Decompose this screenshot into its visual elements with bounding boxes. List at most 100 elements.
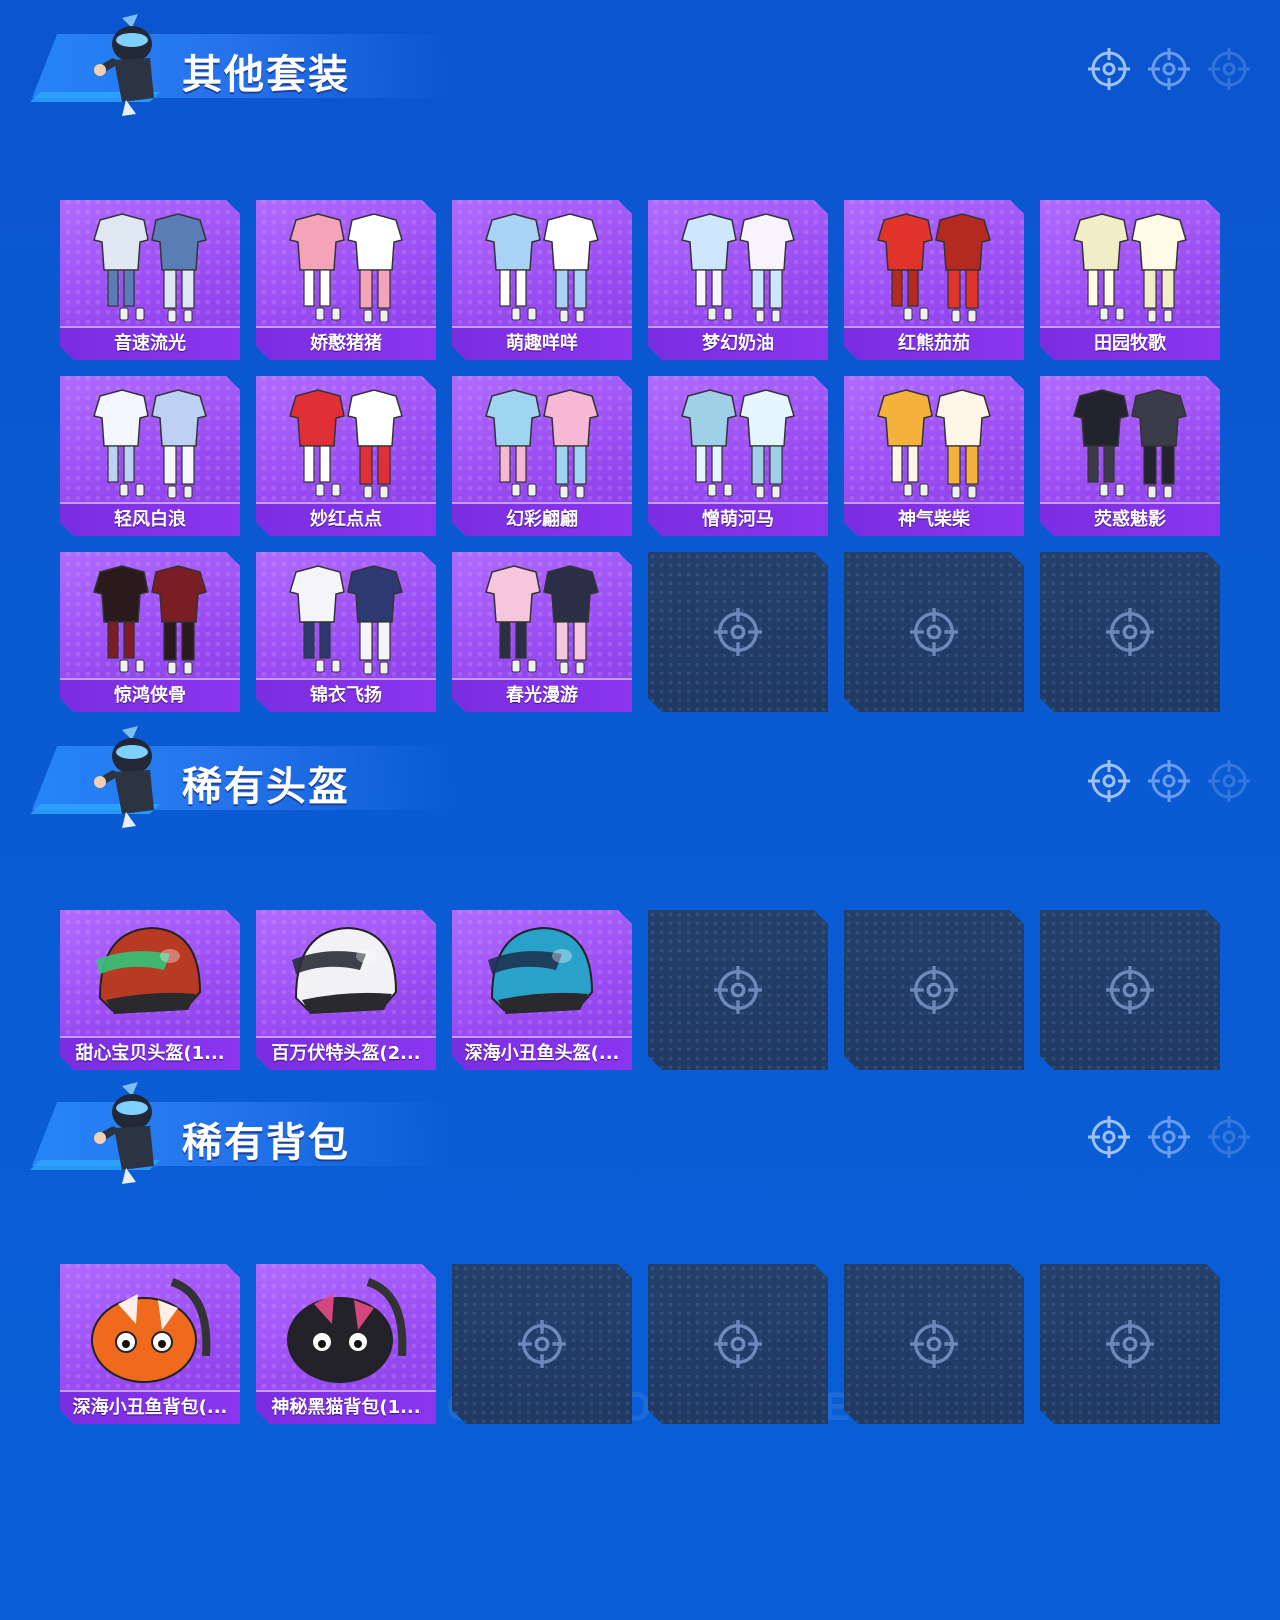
- crosshair-icon: [1088, 48, 1130, 94]
- item-card[interactable]: 幻彩翩翩: [452, 376, 632, 536]
- empty-slot: [844, 552, 1024, 712]
- section-title: 稀有背包: [182, 1121, 350, 1165]
- section-header: 其他套装: [0, 0, 1280, 120]
- section-title: 其他套装: [182, 53, 350, 97]
- crosshair-icon: [910, 608, 958, 656]
- crosshair-icon: [714, 608, 762, 656]
- item-label: 神秘黑猫背包(1...: [256, 1390, 436, 1424]
- item-label: 深海小丑鱼背包(...: [60, 1390, 240, 1424]
- item-image: [256, 376, 436, 502]
- item-image: [1040, 376, 1220, 502]
- item-label: 深海小丑鱼头盔(...: [452, 1036, 632, 1070]
- item-card[interactable]: 娇憨猪猪: [256, 200, 436, 360]
- empty-slot: [844, 910, 1024, 1070]
- item-image: [452, 910, 632, 1036]
- item-image: [60, 200, 240, 326]
- section-header: 稀有背包: [0, 1068, 1280, 1188]
- item-card[interactable]: 田园牧歌: [1040, 200, 1220, 360]
- crosshair-icon: [1148, 1116, 1190, 1162]
- item-card[interactable]: 萌趣咩咩: [452, 200, 632, 360]
- crosshair-icon: [1148, 760, 1190, 806]
- item-card[interactable]: 神秘黑猫背包(1...: [256, 1264, 436, 1424]
- decor-targets: [1088, 1116, 1250, 1162]
- item-image: [648, 376, 828, 502]
- section-header: 稀有头盔: [0, 712, 1280, 832]
- item-card[interactable]: 百万伏特头盔(2...: [256, 910, 436, 1070]
- crosshair-icon: [1208, 48, 1250, 94]
- item-card[interactable]: 甜心宝贝头盔(1...: [60, 910, 240, 1070]
- item-image: [452, 552, 632, 678]
- item-image: [60, 910, 240, 1036]
- crosshair-icon: [910, 966, 958, 1014]
- item-image: [60, 552, 240, 678]
- decor-targets: [1088, 48, 1250, 94]
- crosshair-icon: [1088, 760, 1130, 806]
- item-image: [452, 200, 632, 326]
- item-label: 锦衣飞扬: [256, 678, 436, 712]
- item-label: 百万伏特头盔(2...: [256, 1036, 436, 1070]
- item-label: 音速流光: [60, 326, 240, 360]
- empty-slot: [844, 1264, 1024, 1424]
- empty-slot: [452, 1264, 632, 1424]
- item-image: [60, 376, 240, 502]
- item-label: 红熊茄茄: [844, 326, 1024, 360]
- section-title: 稀有头盔: [182, 765, 350, 809]
- item-card[interactable]: 音速流光: [60, 200, 240, 360]
- item-label: 轻风白浪: [60, 502, 240, 536]
- crosshair-icon: [518, 1320, 566, 1368]
- item-label: 妙红点点: [256, 502, 436, 536]
- item-grid: 音速流光 娇憨猪猪 萌趣咩咩 梦幻奶油 红熊茄茄 田园牧歌 轻风白浪 妙红点点 …: [60, 200, 1220, 712]
- crosshair-icon: [714, 966, 762, 1014]
- item-image: [844, 376, 1024, 502]
- item-image: [256, 552, 436, 678]
- item-label: 娇憨猪猪: [256, 326, 436, 360]
- item-label: 荧惑魅影: [1040, 502, 1220, 536]
- item-label: 惊鸿侠骨: [60, 678, 240, 712]
- empty-slot: [648, 910, 828, 1070]
- item-grid: 深海小丑鱼背包(... 神秘黑猫背包(1...: [60, 1264, 1220, 1424]
- empty-slot: [1040, 1264, 1220, 1424]
- item-card[interactable]: 惊鸿侠骨: [60, 552, 240, 712]
- item-card[interactable]: 红熊茄茄: [844, 200, 1024, 360]
- crosshair-icon: [910, 1320, 958, 1368]
- item-grid: 甜心宝贝头盔(1... 百万伏特头盔(2... 深海小丑鱼头盔(...: [60, 910, 1220, 1070]
- item-label: 田园牧歌: [1040, 326, 1220, 360]
- item-image: [256, 1264, 436, 1390]
- empty-slot: [1040, 552, 1220, 712]
- item-card[interactable]: 春光漫游: [452, 552, 632, 712]
- crosshair-icon: [1106, 608, 1154, 656]
- item-image: [256, 200, 436, 326]
- item-image: [256, 910, 436, 1036]
- item-card[interactable]: 梦幻奶油: [648, 200, 828, 360]
- item-label: 憎萌河马: [648, 502, 828, 536]
- item-image: [844, 200, 1024, 326]
- item-label: 甜心宝贝头盔(1...: [60, 1036, 240, 1070]
- decor-targets: [1088, 760, 1250, 806]
- item-card[interactable]: 荧惑魅影: [1040, 376, 1220, 536]
- item-card[interactable]: 妙红点点: [256, 376, 436, 536]
- section-1: 其他套装 音速流光 娇憨猪猪 萌趣咩咩 梦幻奶油 红熊茄茄 田园牧歌 轻风白浪 …: [0, 0, 1280, 120]
- mascot-icon: [92, 722, 166, 832]
- empty-slot: [648, 1264, 828, 1424]
- crosshair-icon: [1148, 48, 1190, 94]
- item-card[interactable]: 深海小丑鱼头盔(...: [452, 910, 632, 1070]
- crosshair-icon: [1088, 1116, 1130, 1162]
- empty-slot: [1040, 910, 1220, 1070]
- item-label: 神气柴柴: [844, 502, 1024, 536]
- item-card[interactable]: 锦衣飞扬: [256, 552, 436, 712]
- crosshair-icon: [1208, 760, 1250, 806]
- mascot-icon: [92, 1078, 166, 1188]
- crosshair-icon: [1208, 1116, 1250, 1162]
- section-3: 稀有背包 深海小丑鱼背包(... 神秘黑猫背包(1...: [0, 1068, 1280, 1188]
- item-label: 梦幻奶油: [648, 326, 828, 360]
- item-card[interactable]: 神气柴柴: [844, 376, 1024, 536]
- section-2: 稀有头盔 甜心宝贝头盔(1... 百万伏特头盔(2... 深海小丑鱼头盔(...: [0, 712, 1280, 832]
- crosshair-icon: [1106, 966, 1154, 1014]
- empty-slot: [648, 552, 828, 712]
- item-card[interactable]: 深海小丑鱼背包(...: [60, 1264, 240, 1424]
- item-card[interactable]: 憎萌河马: [648, 376, 828, 536]
- item-image: [648, 200, 828, 326]
- item-card[interactable]: 轻风白浪: [60, 376, 240, 536]
- item-image: [1040, 200, 1220, 326]
- item-image: [60, 1264, 240, 1390]
